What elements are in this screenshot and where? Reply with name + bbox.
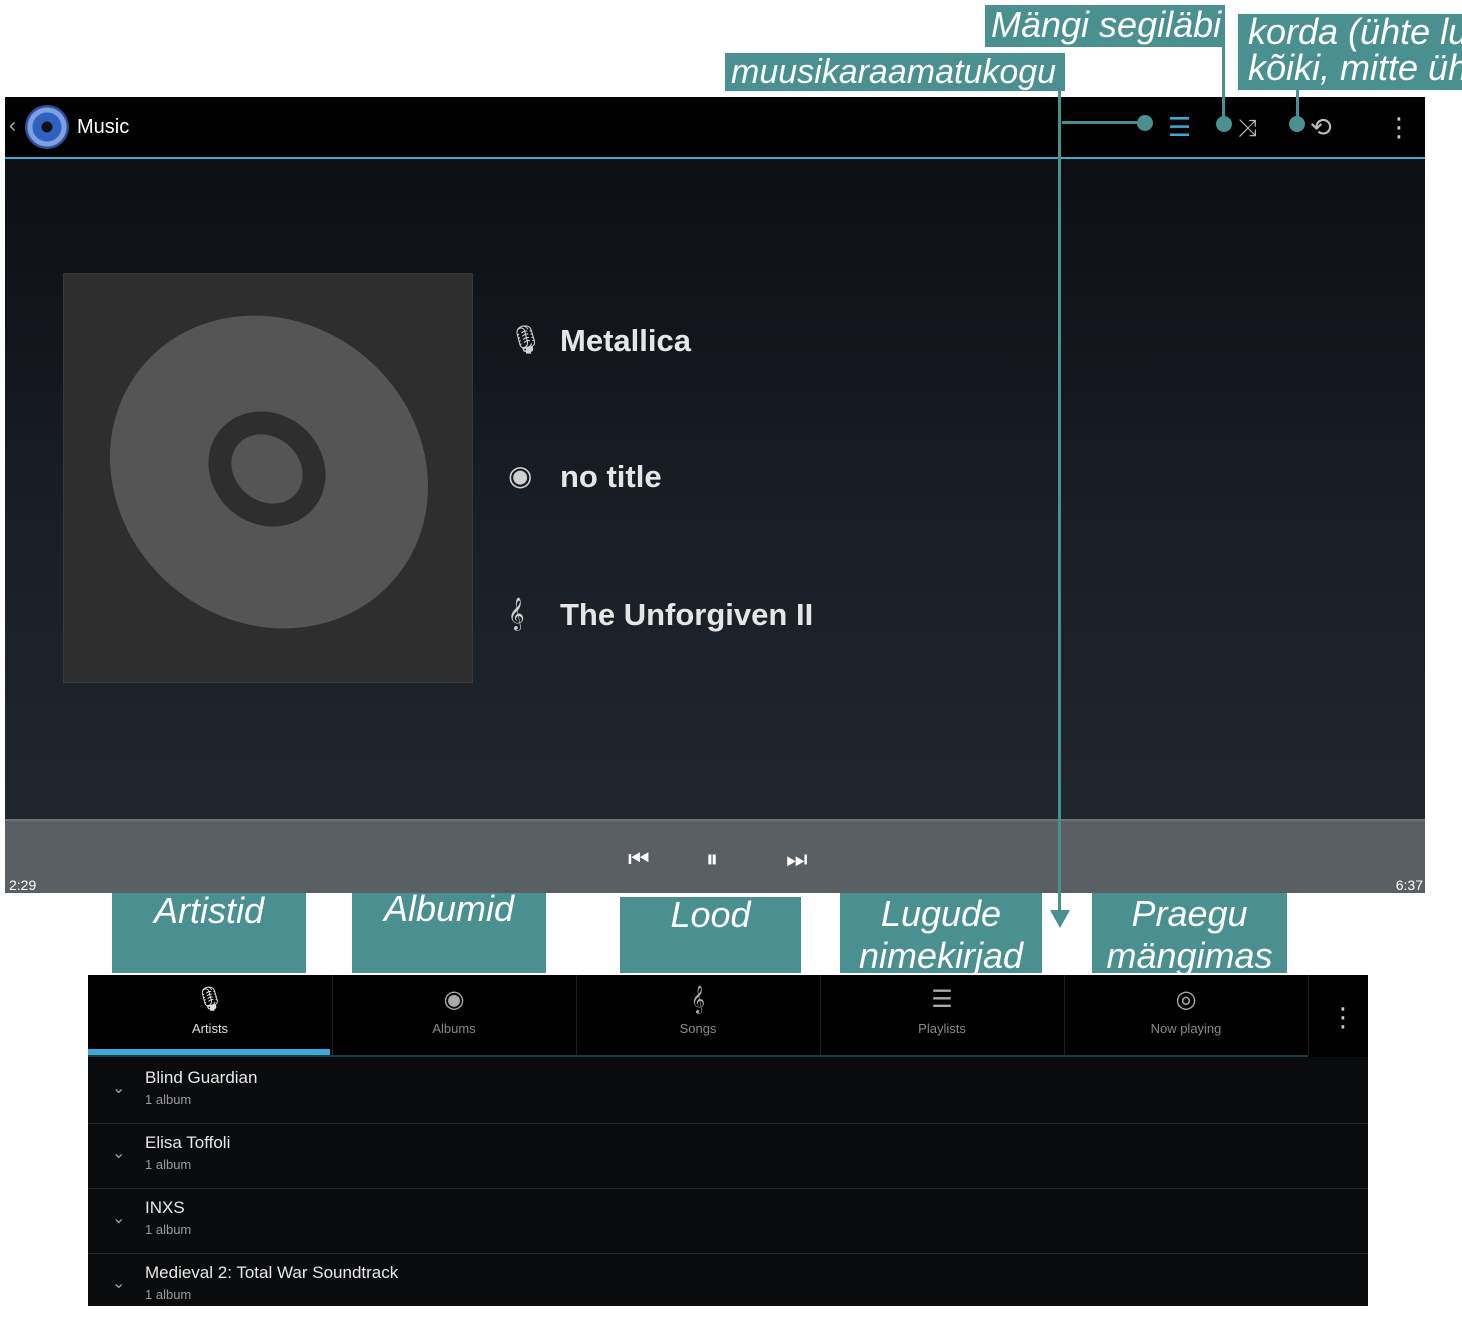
callout-now-playing: Praegu mängimas: [1092, 893, 1287, 976]
tab-playlists-label: Playlists: [918, 1021, 966, 1036]
album-count: 1 album: [145, 1222, 192, 1237]
callout-now-playing-line2: mängimas: [1106, 935, 1273, 976]
leader-library-h: [1062, 121, 1144, 124]
leader-arrow-icon: [1050, 910, 1070, 928]
library-list-icon[interactable]: ☰: [1168, 114, 1191, 142]
track-title: The Unforgiven II: [560, 597, 814, 632]
library-tabs: 🎙 Artists ◉ Albums 𝄞 Songs ☰ Playlists ◎…: [88, 975, 1368, 1057]
tab-now-playing[interactable]: ◎ Now playing: [1064, 975, 1309, 1055]
tab-albums[interactable]: ◉ Albums: [332, 975, 577, 1055]
tab-artists[interactable]: 🎙 Artists: [88, 975, 333, 1055]
track-artist: Metallica: [560, 323, 691, 358]
tab-songs[interactable]: 𝄞 Songs: [576, 975, 821, 1055]
treble-clef-icon: 𝄞: [690, 985, 706, 1013]
leader-library-v: [1058, 91, 1061, 916]
microphone-icon: 🎙: [508, 323, 544, 356]
album-disc-icon: ◉: [508, 459, 533, 492]
callout-playlists-line1: Lugude: [880, 893, 1002, 934]
tab-albums-label: Albums: [432, 1021, 476, 1036]
tab-playlists[interactable]: ☰ Playlists: [820, 975, 1065, 1055]
leader-shuffle-v: [1222, 47, 1225, 123]
callout-songs: Lood: [620, 897, 801, 973]
track-album: no title: [560, 459, 662, 494]
callout-artists: Artistid: [112, 893, 306, 973]
repeat-icon[interactable]: ⟲: [1310, 114, 1332, 142]
chevron-down-icon[interactable]: ⌄: [112, 1078, 125, 1097]
list-item[interactable]: ⌄ Blind Guardian 1 album: [88, 1058, 1368, 1124]
tab-songs-label: Songs: [679, 1021, 717, 1036]
shuffle-icon[interactable]: ⤨: [1238, 114, 1257, 142]
pause-icon[interactable]: ⏸: [706, 845, 718, 873]
list-item[interactable]: ⌄ Elisa Toffoli 1 album: [88, 1123, 1368, 1189]
tabs-divider: [88, 1055, 1308, 1057]
leader-library-dot: [1137, 115, 1153, 131]
chevron-left-icon[interactable]: ‹: [8, 114, 17, 139]
music-library: 🎙 Artists ◉ Albums 𝄞 Songs ☰ Playlists ◎…: [88, 975, 1368, 1306]
callout-repeat: korda (ühte lu kõiki, mitte üht: [1238, 14, 1462, 90]
skip-next-icon[interactable]: ⏭: [786, 845, 808, 873]
callout-library: muusikaraamatukogu: [725, 53, 1065, 91]
callout-playlists-line2: nimekirjad: [858, 935, 1024, 976]
callout-playlists: Lugude nimekirjad: [840, 893, 1042, 976]
chevron-down-icon[interactable]: ⌄: [112, 1273, 125, 1292]
overflow-menu-icon[interactable]: ⋮: [1386, 114, 1412, 142]
music-player: ‹ Music ☰ ⤨ ⟲ ⋮ 🎙 Metallica ◉ no title 𝄞…: [5, 97, 1425, 893]
album-disc-icon: ◉: [443, 985, 465, 1013]
chevron-down-icon[interactable]: ⌄: [112, 1208, 125, 1227]
callout-repeat-line1: korda (ühte lu: [1248, 14, 1462, 52]
album-count: 1 album: [145, 1287, 192, 1302]
leader-shuffle-dot: [1216, 116, 1232, 132]
chevron-down-icon[interactable]: ⌄: [112, 1143, 125, 1162]
overflow-menu-icon[interactable]: ⋮: [1330, 1003, 1356, 1033]
artist-name: Elisa Toffoli: [145, 1133, 231, 1152]
tab-now-playing-label: Now playing: [1150, 1021, 1222, 1036]
elapsed-time: 2:29: [9, 877, 37, 893]
callout-shuffle: Mängi segiläbi: [985, 5, 1225, 47]
microphone-icon: 🎙: [194, 985, 226, 1013]
album-art: [46, 251, 492, 693]
list-item[interactable]: ⌄ INXS 1 album: [88, 1188, 1368, 1254]
callout-repeat-line2: kõiki, mitte üht: [1248, 47, 1462, 88]
callout-now-playing-line1: Praegu: [1131, 893, 1248, 934]
artist-name: INXS: [145, 1198, 185, 1217]
artist-name: Blind Guardian: [145, 1068, 258, 1087]
artist-name: Medieval 2: Total War Soundtrack: [145, 1263, 399, 1282]
now-playing-icon: ◎: [1175, 985, 1197, 1013]
skip-previous-icon[interactable]: ⏮: [628, 845, 650, 873]
callout-albums: Albumid: [352, 891, 546, 973]
playback-controls: ⏮ ⏸ ⏭ 2:29 6:37: [5, 819, 1425, 893]
action-bar: ‹ Music ☰ ⤨ ⟲ ⋮: [5, 97, 1425, 159]
leader-repeat-dot: [1289, 116, 1305, 132]
list-icon: ☰: [931, 985, 953, 1013]
treble-clef-icon: 𝄞: [508, 597, 525, 630]
music-app-icon[interactable]: [25, 105, 69, 149]
album-count: 1 album: [145, 1092, 192, 1107]
app-title: Music: [77, 116, 130, 138]
album-count: 1 album: [145, 1157, 192, 1172]
tab-artists-label: Artists: [191, 1021, 229, 1036]
list-item[interactable]: ⌄ Medieval 2: Total War Soundtrack 1 alb…: [88, 1253, 1368, 1318]
total-duration: 6:37: [1395, 877, 1423, 893]
